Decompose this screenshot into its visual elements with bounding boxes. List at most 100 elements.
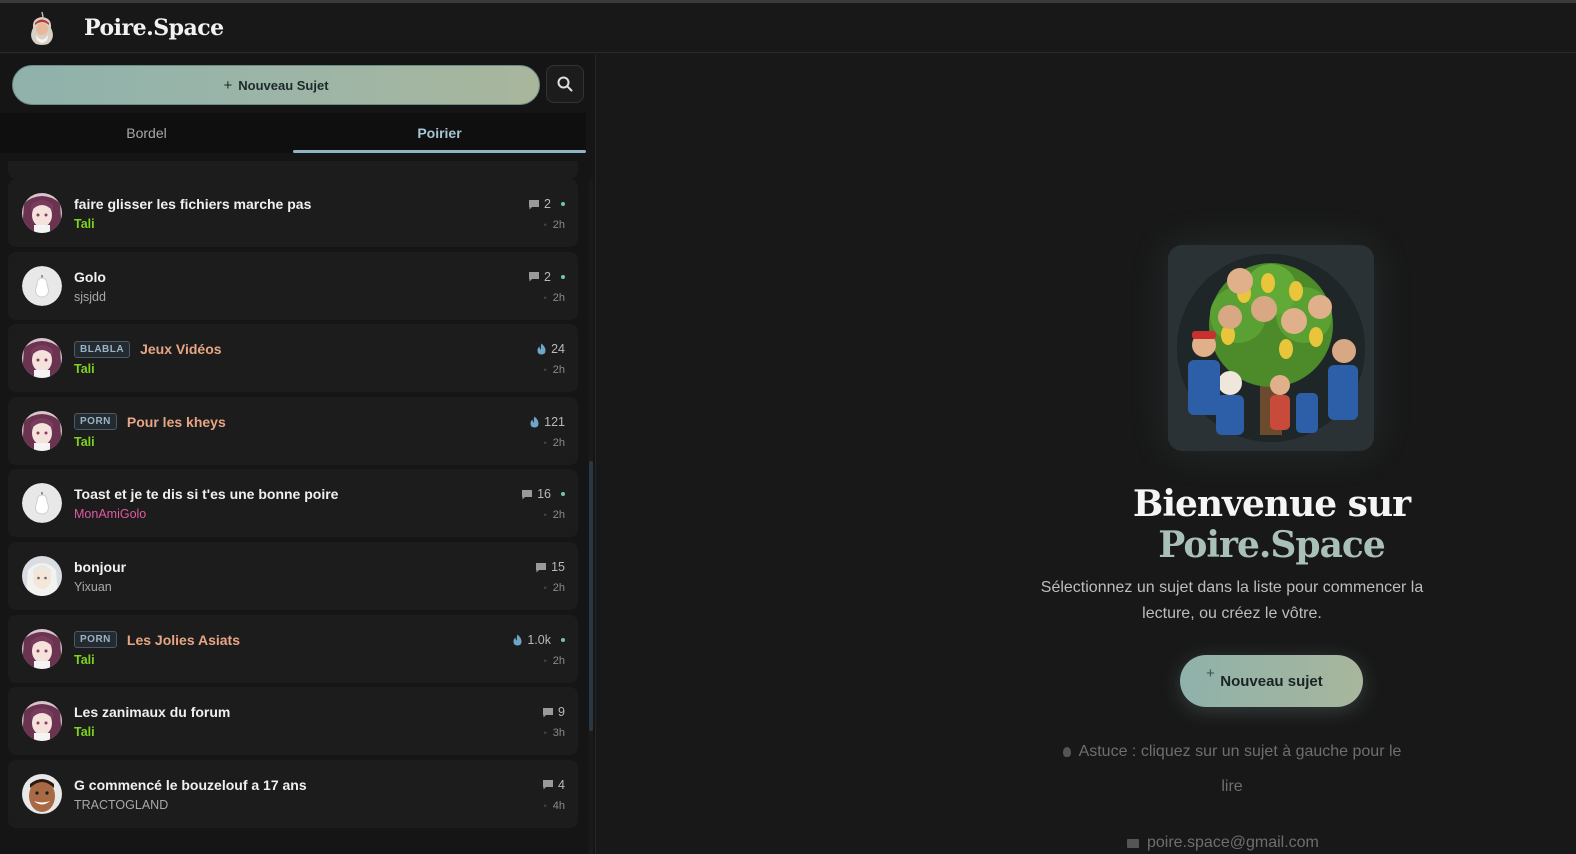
pear-tree-illustration: [1177, 254, 1365, 442]
plus-icon: +: [223, 76, 233, 94]
fire-icon: [512, 634, 523, 646]
topic-item[interactable]: BLABLA Jeux Vidéos Tali 24 2h: [8, 324, 578, 393]
topic-title: G commencé le bouzelouf a 17 ans: [74, 776, 307, 793]
comment-icon: [521, 489, 533, 500]
topic-tag-badge: BLABLA: [74, 340, 131, 358]
cta-label: Nouveau sujet: [1220, 672, 1323, 690]
avatar[interactable]: [22, 483, 62, 524]
topic-item[interactable]: G commencé le bouzelouf a 17 ans TRACTOGL…: [8, 759, 578, 828]
welcome-subtitle: Sélectionnez un sujet dans la liste pour…: [1040, 579, 1424, 622]
topic-meta: 16: [521, 485, 565, 503]
avatar[interactable]: [22, 628, 62, 669]
welcome-heading: Bienvenue sur: [1132, 483, 1411, 525]
topic-author[interactable]: MonAmiGolo: [74, 507, 146, 521]
reply-count: 121: [544, 414, 565, 429]
tab-bordel[interactable]: Bordel: [0, 113, 293, 153]
hero-image: [1168, 245, 1374, 451]
tip-label: Astuce : cliquez sur un sujet à gauche p…: [1078, 743, 1402, 795]
avatar[interactable]: [22, 410, 62, 451]
envelope-icon: [1127, 838, 1139, 848]
topic-time: 2h: [544, 219, 565, 231]
reply-count: 9: [558, 705, 565, 720]
topic-time: 2h: [544, 509, 565, 521]
pear-mascot-icon: [31, 11, 53, 45]
topic-item[interactable]: PORN Pour les kheys Tali 121 2h: [8, 396, 578, 465]
topic-author[interactable]: Tali: [74, 653, 95, 667]
topic-sidebar: + Nouveau Sujet Bordel Poirier faire gli…: [0, 54, 596, 854]
topic-item[interactable]: Golo sjsjdd 2 2h: [8, 251, 578, 320]
topic-author[interactable]: sjsjdd: [74, 290, 106, 304]
topic-time: 2h: [544, 364, 565, 376]
topic-title-row: Toast et je te dis si t'es une bonne poi…: [74, 485, 338, 503]
reply-count: 15: [551, 560, 565, 574]
main-panel: Bienvenue sur Poire.Space Sélectionnez u…: [597, 54, 1576, 854]
reply-count: 24: [551, 342, 565, 357]
topic-title-row: BLABLA Jeux Vidéos: [74, 340, 222, 358]
topic-author[interactable]: Tali: [74, 435, 95, 449]
brand-name: Poire.Space: [84, 14, 224, 41]
tip-text: Astuce : cliquez sur un sujet à gauche p…: [1053, 734, 1411, 804]
avatar[interactable]: [22, 193, 62, 233]
topic-title-row: PORN Les Jolies Asiats: [74, 631, 240, 649]
topic-author[interactable]: TRACTOGLAND: [74, 798, 168, 812]
comment-icon: [535, 562, 547, 573]
topic-title: Les zanimaux du forum: [74, 704, 231, 721]
comment-icon: [528, 199, 540, 210]
topic-author[interactable]: Tali: [74, 725, 95, 739]
topic-title-row: bonjour: [74, 558, 126, 576]
avatar[interactable]: [22, 773, 62, 814]
topic-item[interactable]: Les zanimaux du forum Tali 9 3h: [8, 687, 578, 756]
email-label: poire.space@gmail.com: [1147, 834, 1319, 851]
contact-email[interactable]: poire.space@gmail.com: [1127, 834, 1319, 852]
topic-time: 2h: [544, 437, 565, 449]
topic-meta: 2: [528, 268, 565, 286]
topic-title: Pour les kheys: [126, 413, 226, 430]
topic-meta: 121: [529, 413, 565, 431]
unread-dot: [561, 202, 565, 206]
avatar[interactable]: [22, 556, 62, 596]
topic-title-row: Golo: [74, 268, 106, 286]
fire-icon: [529, 416, 540, 428]
new-topic-cta-button[interactable]: + Nouveau sujet: [1180, 655, 1363, 707]
topic-item[interactable]: faire glisser les fichiers marche pas Tal…: [8, 179, 578, 247]
avatar[interactable]: [22, 701, 62, 742]
topic-item[interactable]: PORN Les Jolies Asiats Tali 1.0k 2h: [8, 614, 578, 683]
scrollbar-thumb[interactable]: [589, 461, 593, 731]
topic-time: 4h: [544, 800, 565, 812]
topic-title-row: Les zanimaux du forum: [74, 703, 230, 721]
topic-list: faire glisser les fichiers marche pas Tal…: [8, 161, 578, 854]
topic-meta: 15: [535, 558, 565, 576]
reply-count: 16: [537, 487, 551, 502]
topic-tag-badge: PORN: [74, 631, 117, 649]
comment-icon: [542, 707, 554, 718]
comment-icon: [528, 271, 540, 282]
topic-title: Toast et je te dis si t'es une bonne poi…: [74, 486, 339, 503]
topic-item-partial[interactable]: [8, 161, 578, 179]
topic-title-row: PORN Pour les kheys: [74, 413, 226, 431]
topic-item[interactable]: bonjour Yixuan 15 2h: [8, 542, 578, 610]
topic-time: 2h: [544, 292, 565, 304]
topic-title: bonjour: [74, 559, 127, 575]
reply-count: 2: [544, 269, 551, 284]
topic-title-row: faire glisser les fichiers marche pas: [74, 195, 311, 213]
tab-poirier[interactable]: Poirier: [293, 113, 586, 153]
topic-author[interactable]: Yixuan: [74, 580, 112, 594]
topic-author[interactable]: Tali: [74, 217, 95, 231]
avatar[interactable]: [22, 338, 62, 379]
topic-author[interactable]: Tali: [74, 362, 95, 376]
topic-time: 2h: [544, 655, 565, 667]
new-topic-label: Nouveau Sujet: [238, 77, 329, 93]
unread-dot: [561, 492, 565, 497]
topic-meta: 1.0k: [512, 631, 565, 649]
search-icon: [557, 76, 573, 92]
avatar[interactable]: [22, 265, 62, 306]
topic-item[interactable]: Toast et je te dis si t'es une bonne poi…: [8, 469, 578, 538]
search-button[interactable]: [546, 65, 584, 103]
topic-title: Les Jolies Asiats: [126, 631, 240, 648]
app-logo[interactable]: [22, 8, 62, 48]
topic-title: Jeux Vidéos: [140, 341, 222, 358]
fire-icon: [536, 343, 547, 355]
new-topic-button[interactable]: + Nouveau Sujet: [12, 65, 540, 105]
topic-tag-badge: PORN: [74, 413, 117, 431]
reply-count: 1.0k: [527, 632, 551, 647]
